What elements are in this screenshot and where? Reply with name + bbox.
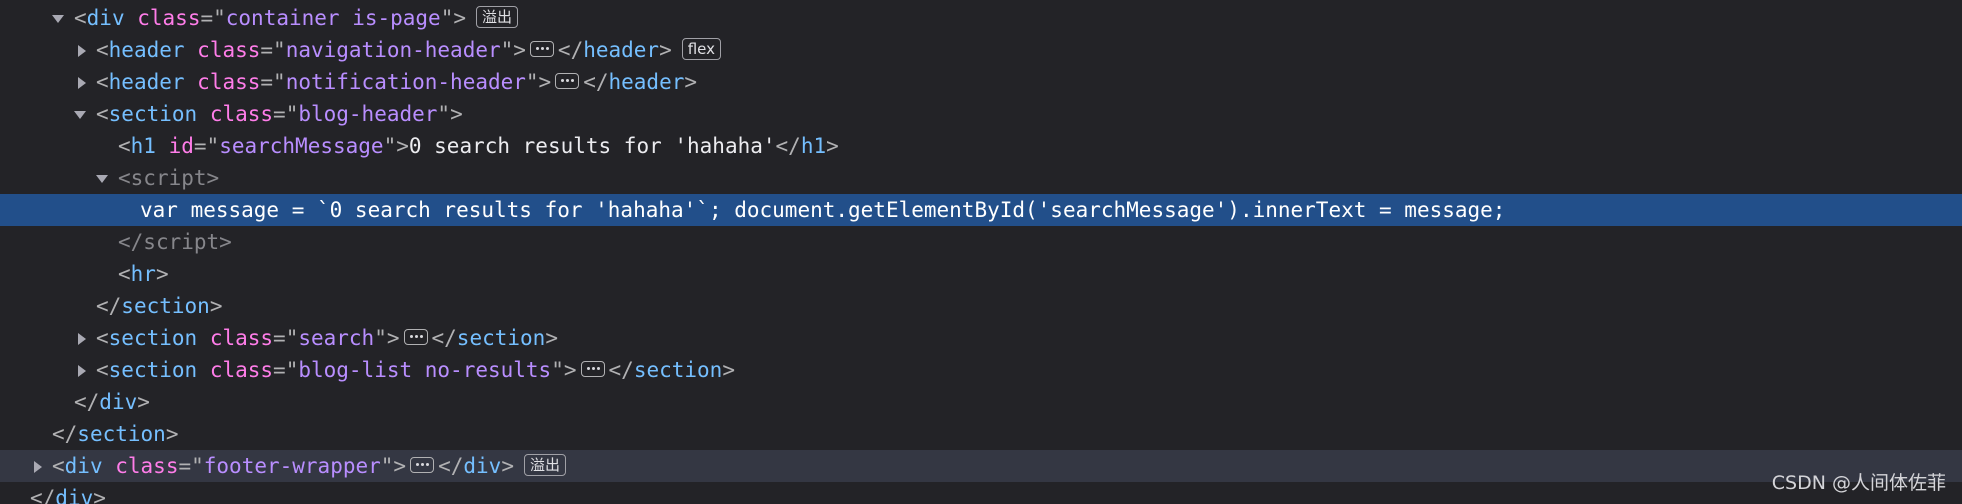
attribute-value: searchMessage <box>219 134 384 158</box>
node-row[interactable]: <header class="notification-header"> </he… <box>0 66 1962 98</box>
attribute-value: notification-header <box>285 70 526 94</box>
node-row[interactable]: <div class="container is-page"> 溢出 <box>0 2 1962 34</box>
node-row[interactable]: </script> <box>0 226 1962 258</box>
attribute-value: blog-list no-results <box>298 358 552 382</box>
node-markup: <section class="blog-list no-results"> </… <box>96 358 735 382</box>
attribute-name: class <box>209 326 274 350</box>
closing-tag-name: div <box>55 486 94 504</box>
node-markup: </script> <box>118 230 232 254</box>
node-row[interactable]: </div> <box>0 482 1962 504</box>
tag-name: div <box>86 6 125 30</box>
attribute-name: class <box>197 70 261 94</box>
node-row[interactable]: <section class="search"> </section> <box>0 322 1962 354</box>
closing-tag-name: header <box>608 70 685 94</box>
node-row[interactable]: </section> <box>0 418 1962 450</box>
tag-name: script <box>130 166 207 190</box>
node-row[interactable]: <h1 id="searchMessage">0 search results … <box>0 130 1962 162</box>
attribute-value: container is-page <box>225 6 441 30</box>
closing-tag-name: section <box>633 358 723 382</box>
flex-badge[interactable]: flex <box>681 38 722 60</box>
overflow-badge[interactable]: 溢出 <box>476 6 519 28</box>
disclosure-open-icon[interactable] <box>96 175 108 183</box>
disclosure-closed-icon[interactable] <box>34 461 42 473</box>
text-content: 0 search results for 'hahaha' <box>408 134 776 158</box>
watermark: CSDN @人间体佐菲 <box>1771 472 1946 494</box>
attribute-value: footer-wrapper <box>203 454 381 478</box>
attribute-name: class <box>209 358 274 382</box>
attribute-value: search <box>298 326 375 350</box>
node-markup: <section class="search"> </section> <box>96 326 558 350</box>
closing-tag-name: section <box>456 326 546 350</box>
node-row[interactable]: </section> <box>0 290 1962 322</box>
closing-tag-name: section <box>121 294 210 318</box>
disclosure-closed-icon[interactable] <box>78 333 86 345</box>
tag-name: div <box>64 454 103 478</box>
closing-tag-name: div <box>99 390 138 414</box>
collapsed-content-icon[interactable] <box>555 73 580 89</box>
node-markup: <header class="notification-header"> </he… <box>96 70 698 94</box>
disclosure-closed-icon[interactable] <box>78 45 86 57</box>
node-row[interactable]: <div class="footer-wrapper"> </div> 溢出 <box>0 450 1962 482</box>
disclosure-closed-icon[interactable] <box>78 77 86 89</box>
node-markup: <h1 id="searchMessage">0 search results … <box>118 134 839 158</box>
node-markup: </div> <box>30 482 106 504</box>
node-markup: <div class="container is-page"> 溢出 <box>74 2 519 34</box>
node-row[interactable]: <hr> <box>0 258 1962 290</box>
attribute-name: class <box>209 102 274 126</box>
collapsed-content-icon[interactable] <box>403 329 428 345</box>
tag-name: section <box>108 326 198 350</box>
node-markup: <section class="blog-header"> <box>96 102 463 126</box>
node-row[interactable]: <header class="navigation-header"> </head… <box>0 34 1962 66</box>
attribute-value: blog-header <box>298 102 438 126</box>
tag-name: header <box>108 38 185 62</box>
selected-node-row[interactable]: var message = `0 search results for 'hah… <box>0 194 1962 226</box>
attribute-value: navigation-header <box>285 38 501 62</box>
attribute-name: id <box>168 134 194 158</box>
tag-name: hr <box>130 262 156 286</box>
overflow-badge[interactable]: 溢出 <box>523 454 566 476</box>
node-row[interactable]: <script> <box>0 162 1962 194</box>
closing-tag-name: script <box>143 230 220 254</box>
closing-tag-name: h1 <box>800 134 827 158</box>
attribute-name: class <box>197 38 261 62</box>
script-content: var message = `0 search results for 'hah… <box>140 198 1506 222</box>
collapsed-content-icon[interactable] <box>580 361 605 377</box>
collapsed-content-icon[interactable] <box>410 457 435 473</box>
disclosure-open-icon[interactable] <box>74 111 86 119</box>
tag-name: header <box>108 70 185 94</box>
tag-name: section <box>108 358 198 382</box>
attribute-name: class <box>137 6 201 30</box>
node-markup: </section> <box>96 294 223 318</box>
node-markup: <hr> <box>118 262 169 286</box>
tag-name: h1 <box>130 134 156 158</box>
tag-name: section <box>108 102 198 126</box>
node-row[interactable]: <section class="blog-list no-results"> </… <box>0 354 1962 386</box>
closing-tag-name: div <box>463 454 502 478</box>
disclosure-closed-icon[interactable] <box>78 365 86 377</box>
disclosure-open-icon[interactable] <box>52 15 64 23</box>
node-row[interactable]: </div> <box>0 386 1962 418</box>
markup-tree: <div class="container is-page"> 溢出 <heade… <box>0 2 1962 504</box>
node-row[interactable]: <section class="blog-header"> <box>0 98 1962 130</box>
node-markup: <div class="footer-wrapper"> </div> 溢出 <box>52 450 566 482</box>
node-markup: </section> <box>52 422 179 446</box>
attribute-name: class <box>115 454 179 478</box>
node-markup: </div> <box>74 390 150 414</box>
closing-tag-name: section <box>77 422 166 446</box>
node-markup: <script> <box>118 166 220 190</box>
node-markup: <header class="navigation-header"> </head… <box>96 34 722 66</box>
closing-tag-name: header <box>583 38 660 62</box>
collapsed-content-icon[interactable] <box>529 41 554 57</box>
